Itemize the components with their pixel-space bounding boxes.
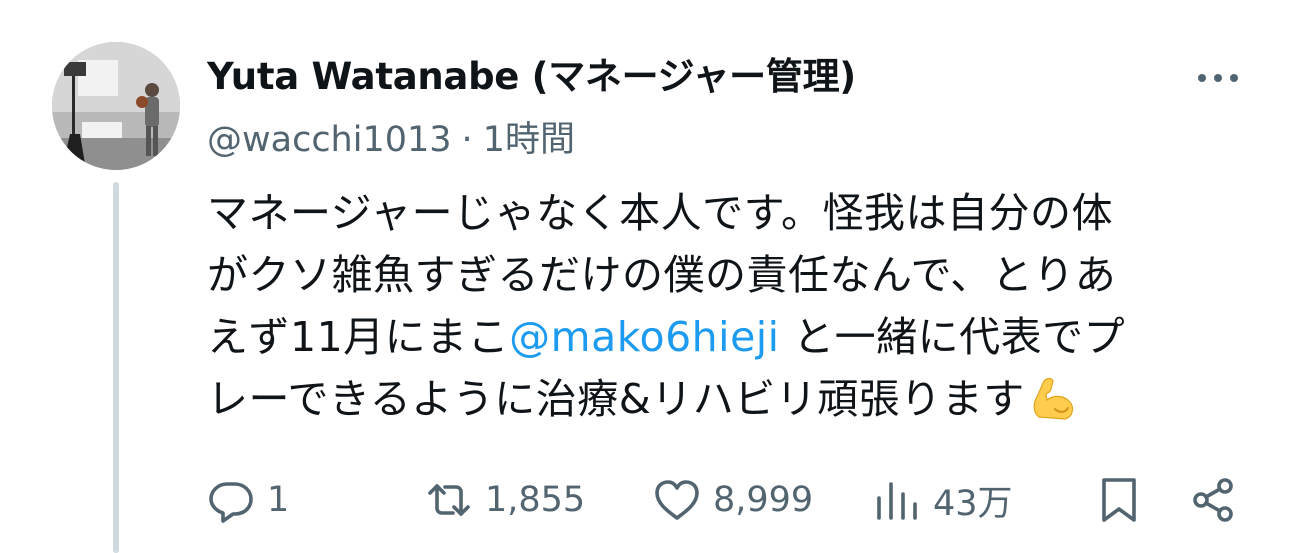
- tweet-text-segment: えず11月にまこ: [207, 313, 510, 361]
- mention-link[interactable]: @mako6hieji: [509, 313, 779, 361]
- meta-separator: ·: [461, 120, 473, 160]
- tweet-timestamp[interactable]: 1時間: [483, 120, 575, 160]
- action-bar: 1 1,855 8,999 43万: [207, 470, 1257, 530]
- like-count: 8,999: [713, 480, 814, 520]
- views-chart-icon: [877, 482, 917, 520]
- share-icon: [1193, 478, 1233, 522]
- tweet-text-line: えず11月にまこ@mako6hieji と一緒に代表でプ: [207, 306, 1267, 368]
- bookmark-button[interactable]: [1095, 470, 1143, 530]
- share-button[interactable]: [1189, 470, 1237, 530]
- more-button[interactable]: [1190, 60, 1246, 96]
- views-button[interactable]: 43万: [873, 470, 1013, 530]
- author-display-name[interactable]: Yuta Watanabe (マネージャー管理): [207, 52, 856, 102]
- avatar[interactable]: [52, 42, 180, 170]
- heart-icon: [655, 480, 699, 520]
- more-dots-icon: [1198, 74, 1238, 82]
- like-button[interactable]: 8,999: [653, 470, 813, 530]
- tweet-text-segment: と一緒に代表でプ: [779, 313, 1126, 361]
- views-count: 43万: [933, 483, 1013, 524]
- tweet-text-segment: レーできるように治療&リハビリ頑張ります: [207, 375, 1025, 423]
- flexed-biceps-emoji: [1033, 377, 1073, 420]
- tweet-text: マネージャーじゃなく本人です。怪我は自分の体 がクソ雑魚すぎるだけの僕の責任なん…: [207, 182, 1267, 430]
- retweet-button[interactable]: 1,855: [425, 470, 585, 530]
- author-meta: @wacchi1013 · 1時間: [207, 115, 575, 165]
- tweet-text-line: マネージャーじゃなく本人です。怪我は自分の体: [207, 189, 1114, 237]
- thread-line: [113, 182, 119, 553]
- reply-button[interactable]: 1: [207, 470, 289, 530]
- retweet-icon: [428, 484, 470, 516]
- reply-count: 1: [267, 480, 290, 520]
- retweet-count: 1,855: [485, 480, 586, 520]
- tweet-text-line: がクソ雑魚すぎるだけの僕の責任なんで、とりあ: [207, 251, 1117, 299]
- tweet: Yuta Watanabe (マネージャー管理) @wacchi1013 · 1時間…: [0, 0, 1299, 553]
- tweet-text-line: レーできるように治療&リハビリ頑張ります: [207, 368, 1267, 430]
- author-handle[interactable]: @wacchi1013: [207, 120, 452, 160]
- bookmark-icon: [1102, 478, 1136, 522]
- reply-icon: [209, 482, 253, 523]
